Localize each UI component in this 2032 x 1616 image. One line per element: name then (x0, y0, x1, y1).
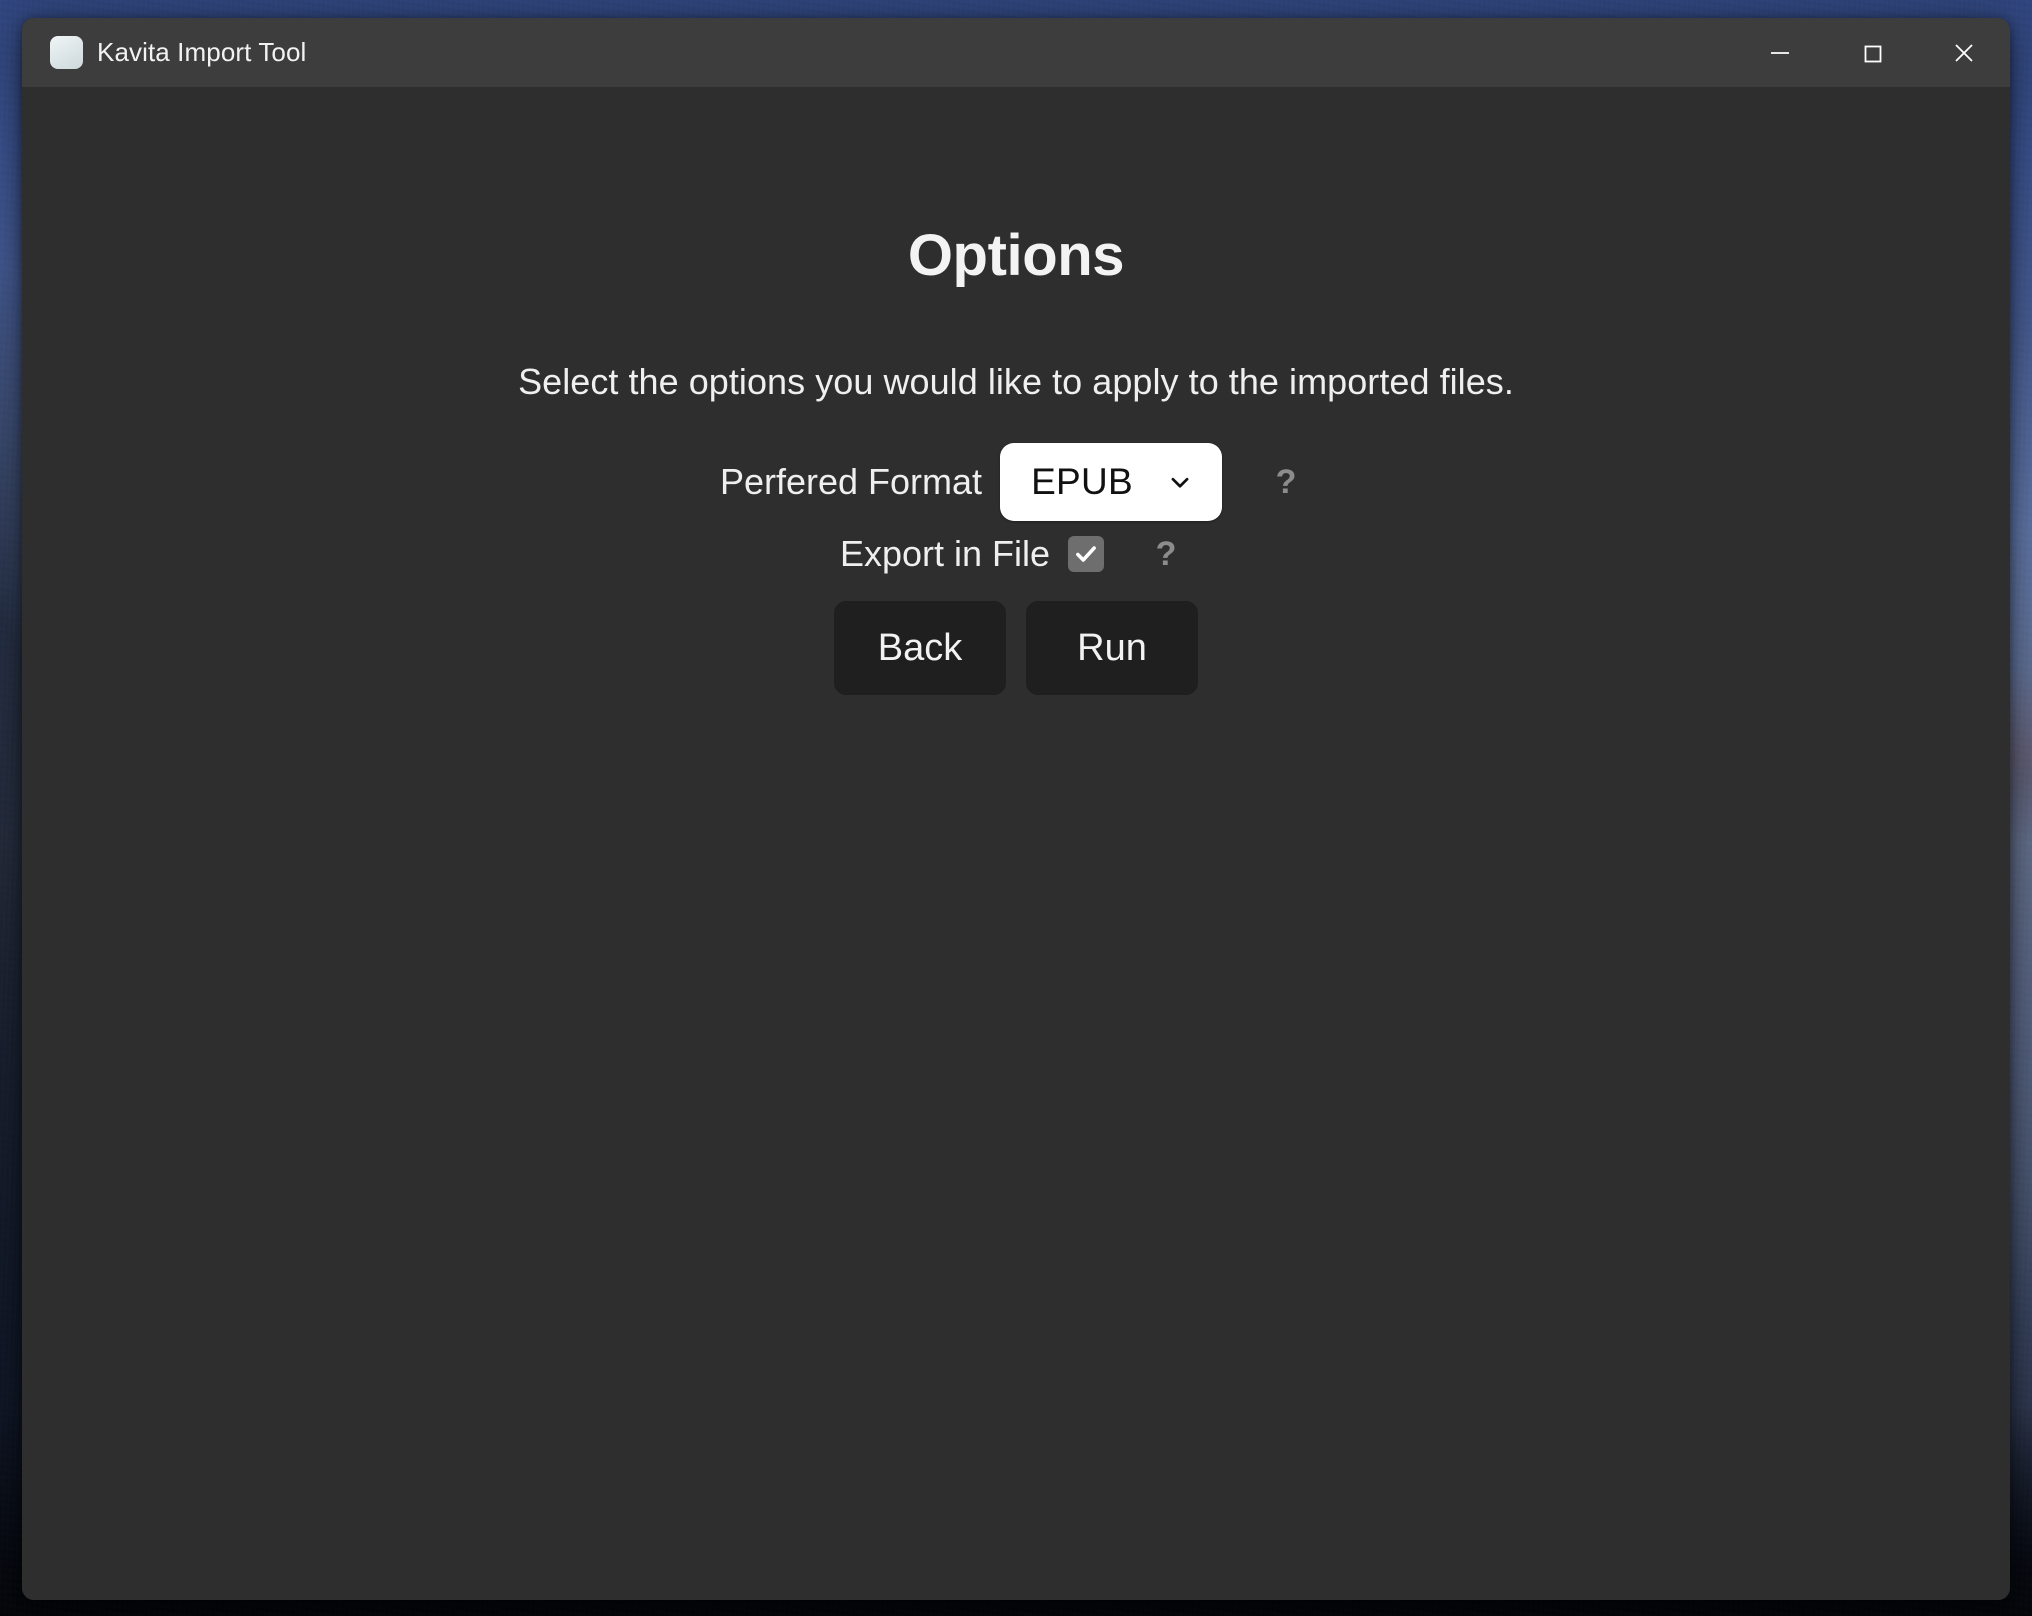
page-subtitle: Select the options you would like to app… (518, 361, 1514, 403)
window-controls (1734, 18, 2010, 87)
title-bar[interactable]: Kavita Import Tool (22, 18, 2010, 87)
checkmark-icon (1073, 541, 1099, 567)
run-button[interactable]: Run (1026, 601, 1198, 695)
window-title: Kavita Import Tool (97, 37, 306, 68)
title-bar-left: Kavita Import Tool (22, 36, 306, 69)
maximize-button[interactable] (1826, 18, 1918, 87)
close-icon (1949, 38, 1979, 68)
preferred-format-select[interactable]: EPUB (1000, 443, 1222, 521)
export-in-file-label: Export in File (840, 533, 1050, 575)
back-button[interactable]: Back (834, 601, 1006, 695)
main-content: Options Select the options you would lik… (22, 87, 2010, 1600)
maximize-icon (1857, 38, 1887, 68)
chevron-down-icon (1163, 465, 1197, 499)
preferred-format-value: EPUB (1031, 461, 1133, 503)
bookshelf-icon (50, 36, 83, 69)
page-title: Options (908, 227, 1124, 285)
minimize-button[interactable] (1734, 18, 1826, 87)
export-in-file-row: Export in File ? (840, 533, 1192, 575)
export-in-file-help-icon[interactable]: ? (1140, 535, 1192, 574)
minimize-icon (1765, 38, 1795, 68)
preferred-format-help-icon[interactable]: ? (1260, 463, 1312, 502)
button-row: Back Run (834, 601, 1198, 695)
preferred-format-row: Perfered Format EPUB ? (720, 443, 1312, 521)
preferred-format-label: Perfered Format (720, 461, 982, 503)
close-button[interactable] (1918, 18, 2010, 87)
options-form: Perfered Format EPUB ? Export in File (720, 443, 1312, 695)
export-in-file-checkbox[interactable] (1068, 536, 1104, 572)
application-window: Kavita Import Tool Options (22, 18, 2010, 1600)
